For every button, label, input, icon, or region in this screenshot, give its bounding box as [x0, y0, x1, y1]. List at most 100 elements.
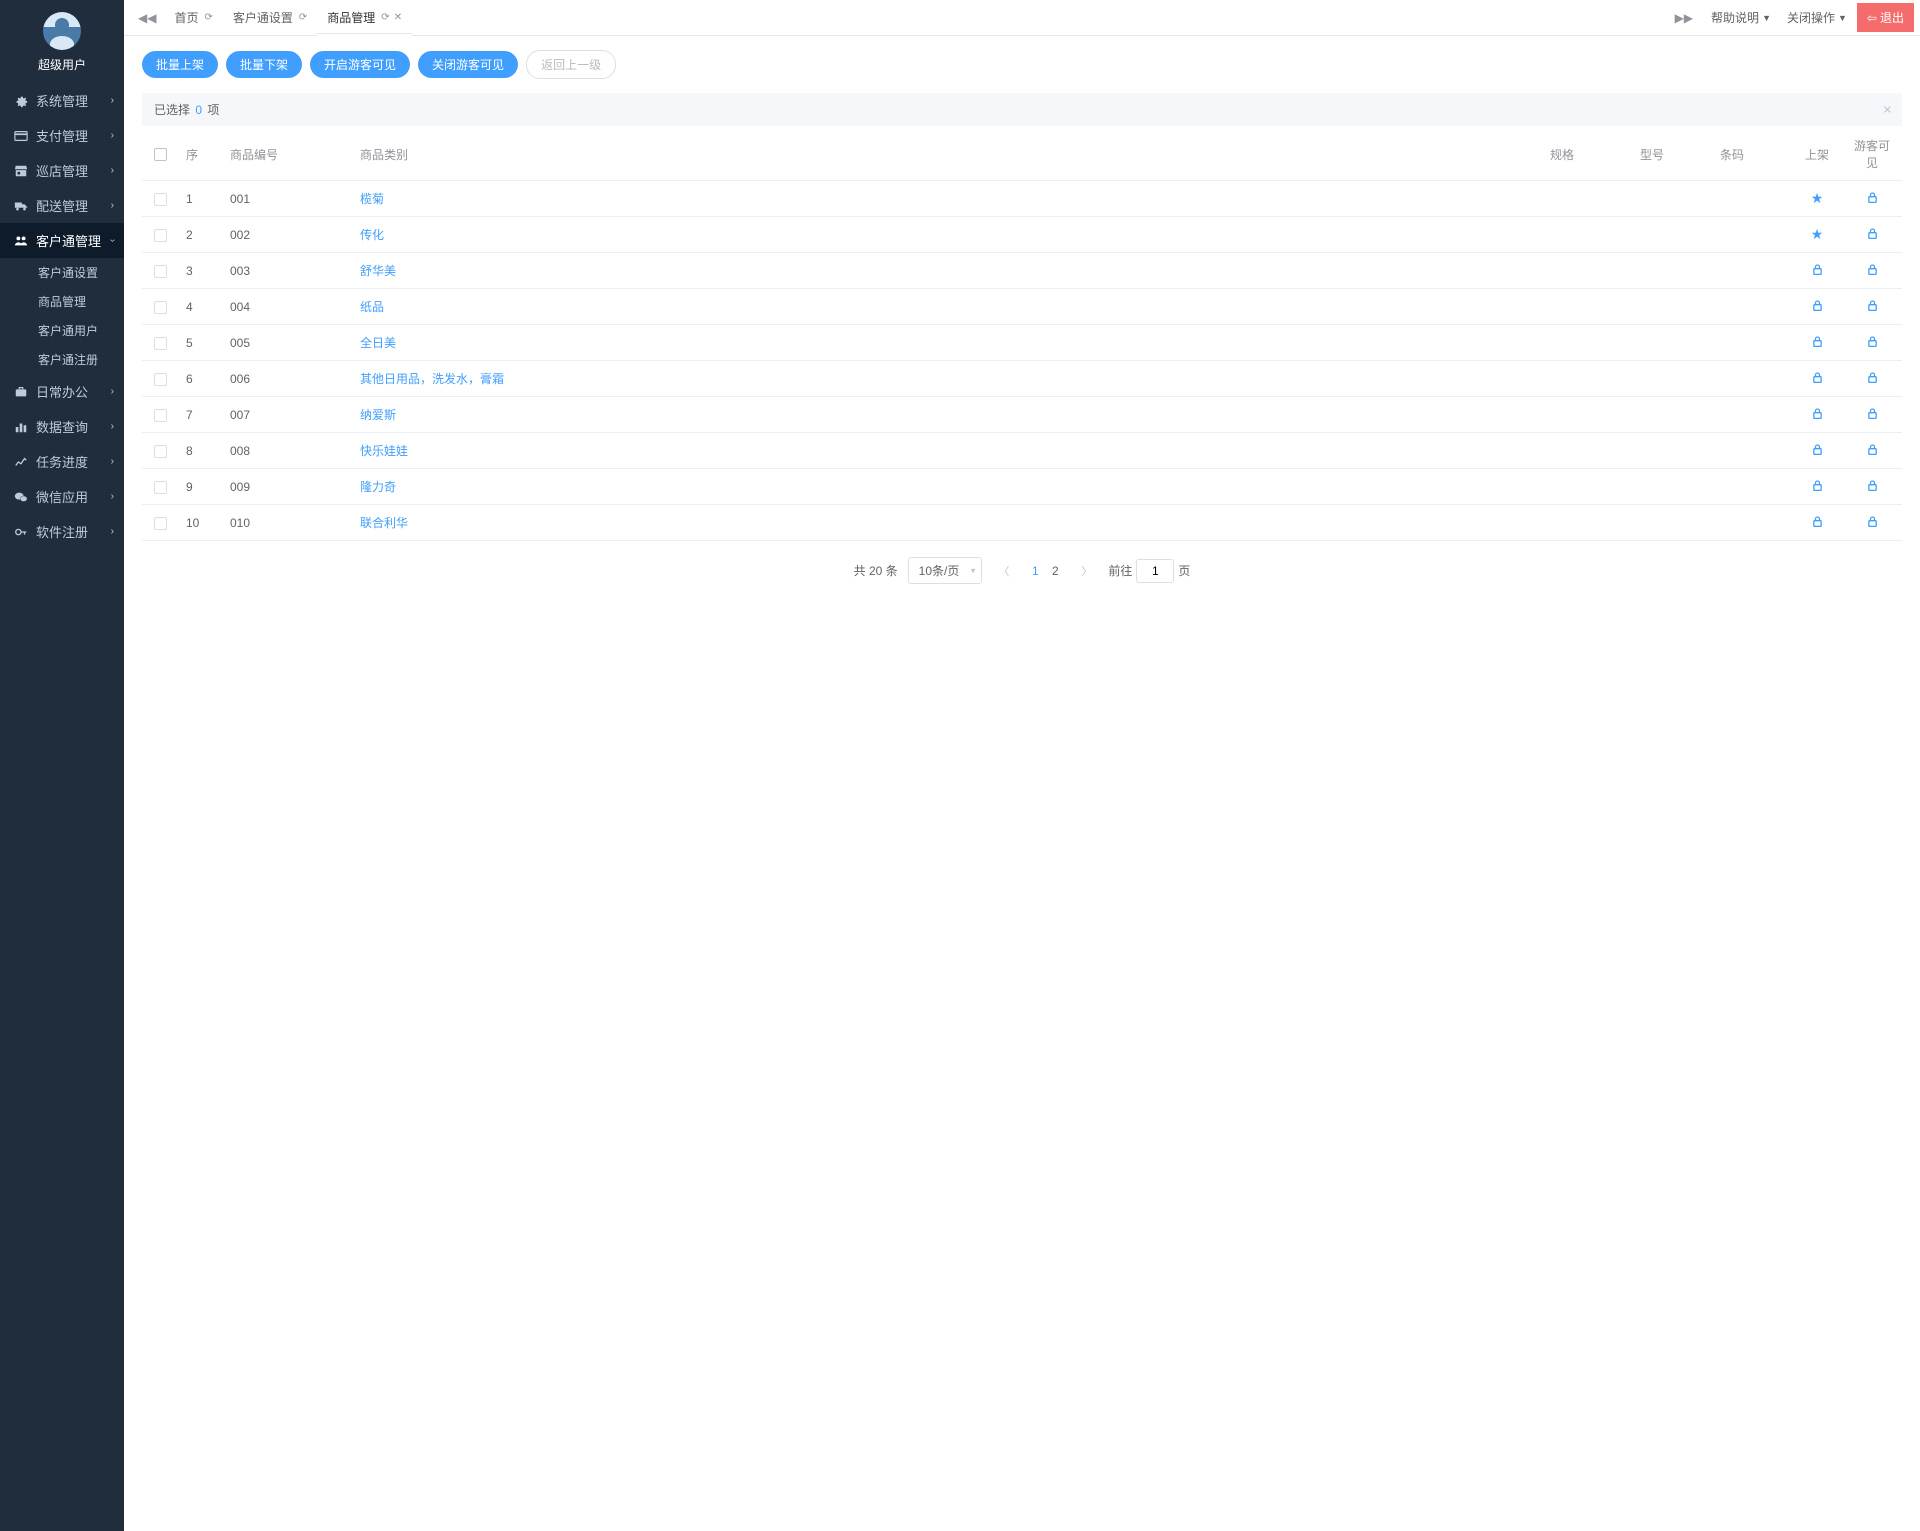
- sidebar-item-linechart[interactable]: 任务进度›: [0, 444, 124, 479]
- page-goto-input[interactable]: [1136, 559, 1174, 583]
- row-checkbox[interactable]: [154, 373, 167, 386]
- sidebar-item-store[interactable]: 巡店管理 ›: [0, 153, 124, 188]
- lock-icon[interactable]: [1811, 444, 1824, 459]
- page-number[interactable]: 2: [1045, 564, 1065, 578]
- selection-suffix: 项: [207, 103, 219, 117]
- row-checkbox[interactable]: [154, 445, 167, 458]
- tab[interactable]: 首页⟳: [164, 0, 222, 35]
- lock-icon[interactable]: [1811, 408, 1824, 423]
- close-ops-menu[interactable]: 关闭操作▼: [1781, 9, 1853, 26]
- sidebar-item-card[interactable]: 支付管理›: [0, 118, 124, 153]
- cell-category-link[interactable]: 舒华美: [360, 264, 396, 278]
- guest-on-button[interactable]: 开启游客可见: [310, 51, 410, 78]
- table-row: 5005 全日美: [142, 325, 1902, 361]
- sidebar-subitem[interactable]: 客户通注册: [0, 345, 124, 374]
- row-checkbox[interactable]: [154, 229, 167, 242]
- row-checkbox[interactable]: [154, 517, 167, 530]
- th-barcode: 条码: [1712, 128, 1792, 181]
- lock-icon[interactable]: [1811, 516, 1824, 531]
- help-menu[interactable]: 帮助说明▼: [1705, 9, 1777, 26]
- lock-icon[interactable]: [1866, 336, 1879, 351]
- cell-category-link[interactable]: 传化: [360, 228, 384, 242]
- sidebar-item-cogs[interactable]: 系统管理›: [0, 83, 124, 118]
- cell-code: 006: [222, 361, 352, 397]
- selection-close-icon[interactable]: ✕: [1883, 103, 1892, 116]
- sidebar-item-briefcase[interactable]: 日常办公›: [0, 374, 124, 409]
- refresh-icon[interactable]: ⟳: [299, 12, 307, 23]
- chevron-right-icon: ›: [111, 165, 114, 176]
- row-checkbox[interactable]: [154, 301, 167, 314]
- sidebar-item-truck[interactable]: 配送管理›: [0, 188, 124, 223]
- lock-icon[interactable]: [1811, 336, 1824, 351]
- row-checkbox[interactable]: [154, 193, 167, 206]
- star-icon[interactable]: ★: [1811, 190, 1824, 206]
- lock-icon[interactable]: [1811, 372, 1824, 387]
- lock-icon[interactable]: [1866, 408, 1879, 423]
- tab-label: 商品管理: [327, 9, 375, 26]
- table-row: 4004纸品: [142, 289, 1902, 325]
- cell-seq: 4: [178, 289, 222, 325]
- star-icon[interactable]: ★: [1811, 226, 1824, 242]
- cell-code: 005: [222, 325, 352, 361]
- lock-icon[interactable]: [1866, 516, 1879, 531]
- table-row: 3003舒华美: [142, 253, 1902, 289]
- cell-seq: 5: [178, 325, 222, 361]
- sidebar-item-users[interactable]: 客户通管理›: [0, 223, 124, 258]
- page-next-icon[interactable]: 〉: [1075, 563, 1098, 579]
- action-bar: 批量上架 批量下架 开启游客可见 关闭游客可见 返回上一级: [142, 50, 1902, 79]
- cell-category-link[interactable]: 全日美: [360, 336, 396, 350]
- tabs-scroll-left-icon[interactable]: ◀◀: [130, 11, 164, 25]
- cell-category-link[interactable]: 其他日用品，洗发水，膏霜: [360, 372, 504, 386]
- cell-category-link[interactable]: 纳爱斯: [360, 408, 396, 422]
- cell-category-link[interactable]: 快乐娃娃: [360, 444, 408, 458]
- content: 批量上架 批量下架 开启游客可见 关闭游客可见 返回上一级 已选择 0 项 ✕ …: [124, 36, 1920, 614]
- lock-icon[interactable]: [1811, 264, 1824, 279]
- page-number[interactable]: 1: [1025, 564, 1045, 578]
- lock-icon[interactable]: [1866, 480, 1879, 495]
- sidebar-item-label: 巡店管理: [36, 161, 88, 180]
- th-model: 型号: [1632, 128, 1712, 181]
- select-all-checkbox[interactable]: [154, 148, 167, 161]
- lock-icon[interactable]: [1866, 372, 1879, 387]
- sidebar-item-barchart[interactable]: 数据查询›: [0, 409, 124, 444]
- batch-on-button[interactable]: 批量上架: [142, 51, 218, 78]
- close-icon[interactable]: ✕: [394, 12, 402, 23]
- tab[interactable]: 客户通设置⟳: [223, 0, 317, 35]
- refresh-icon[interactable]: ⟳: [381, 12, 389, 23]
- lock-icon[interactable]: [1866, 192, 1879, 207]
- cell-category-link[interactable]: 榄菊: [360, 192, 384, 206]
- cell-spec: [1542, 397, 1632, 433]
- cell-barcode: [1712, 253, 1792, 289]
- sidebar-subitem[interactable]: 商品管理: [0, 287, 124, 316]
- sidebar-item-label: 系统管理: [36, 91, 88, 110]
- cell-category-link[interactable]: 隆力奇: [360, 480, 396, 494]
- refresh-icon[interactable]: ⟳: [204, 12, 212, 23]
- guest-off-button[interactable]: 关闭游客可见: [418, 51, 518, 78]
- page-size-select[interactable]: 10条/页: [908, 557, 983, 584]
- row-checkbox[interactable]: [154, 337, 167, 350]
- lock-icon[interactable]: [1866, 228, 1879, 243]
- cell-model: [1632, 469, 1712, 505]
- lock-icon[interactable]: [1866, 300, 1879, 315]
- row-checkbox[interactable]: [154, 481, 167, 494]
- lock-icon[interactable]: [1866, 264, 1879, 279]
- cell-category-link[interactable]: 纸品: [360, 300, 384, 314]
- cell-category-link[interactable]: 联合利华: [360, 516, 408, 530]
- table-row: 10010联合利华: [142, 505, 1902, 541]
- product-table: 序 商品编号 商品类别 规格 型号 条码 上架 游客可见 1001榄菊★2002…: [142, 128, 1902, 541]
- tab[interactable]: 商品管理 ⟳ ✕: [317, 0, 412, 35]
- sidebar-subitem[interactable]: 客户通用户: [0, 316, 124, 345]
- sidebar-item-wechat[interactable]: 微信应用›: [0, 479, 124, 514]
- row-checkbox[interactable]: [154, 265, 167, 278]
- row-checkbox[interactable]: [154, 409, 167, 422]
- batch-off-button[interactable]: 批量下架: [226, 51, 302, 78]
- sidebar-subitem[interactable]: 客户通设置: [0, 258, 124, 287]
- sidebar-item-key[interactable]: 软件注册›: [0, 514, 124, 549]
- lock-icon[interactable]: [1866, 444, 1879, 459]
- tabs-scroll-right-icon[interactable]: ▶▶: [1667, 11, 1701, 25]
- lock-icon[interactable]: [1811, 480, 1824, 495]
- lock-icon[interactable]: [1811, 300, 1824, 315]
- page-prev-icon[interactable]: 〈: [992, 563, 1015, 579]
- logout-button[interactable]: ⇦退出: [1857, 3, 1914, 32]
- back-up-button[interactable]: 返回上一级: [526, 50, 616, 79]
